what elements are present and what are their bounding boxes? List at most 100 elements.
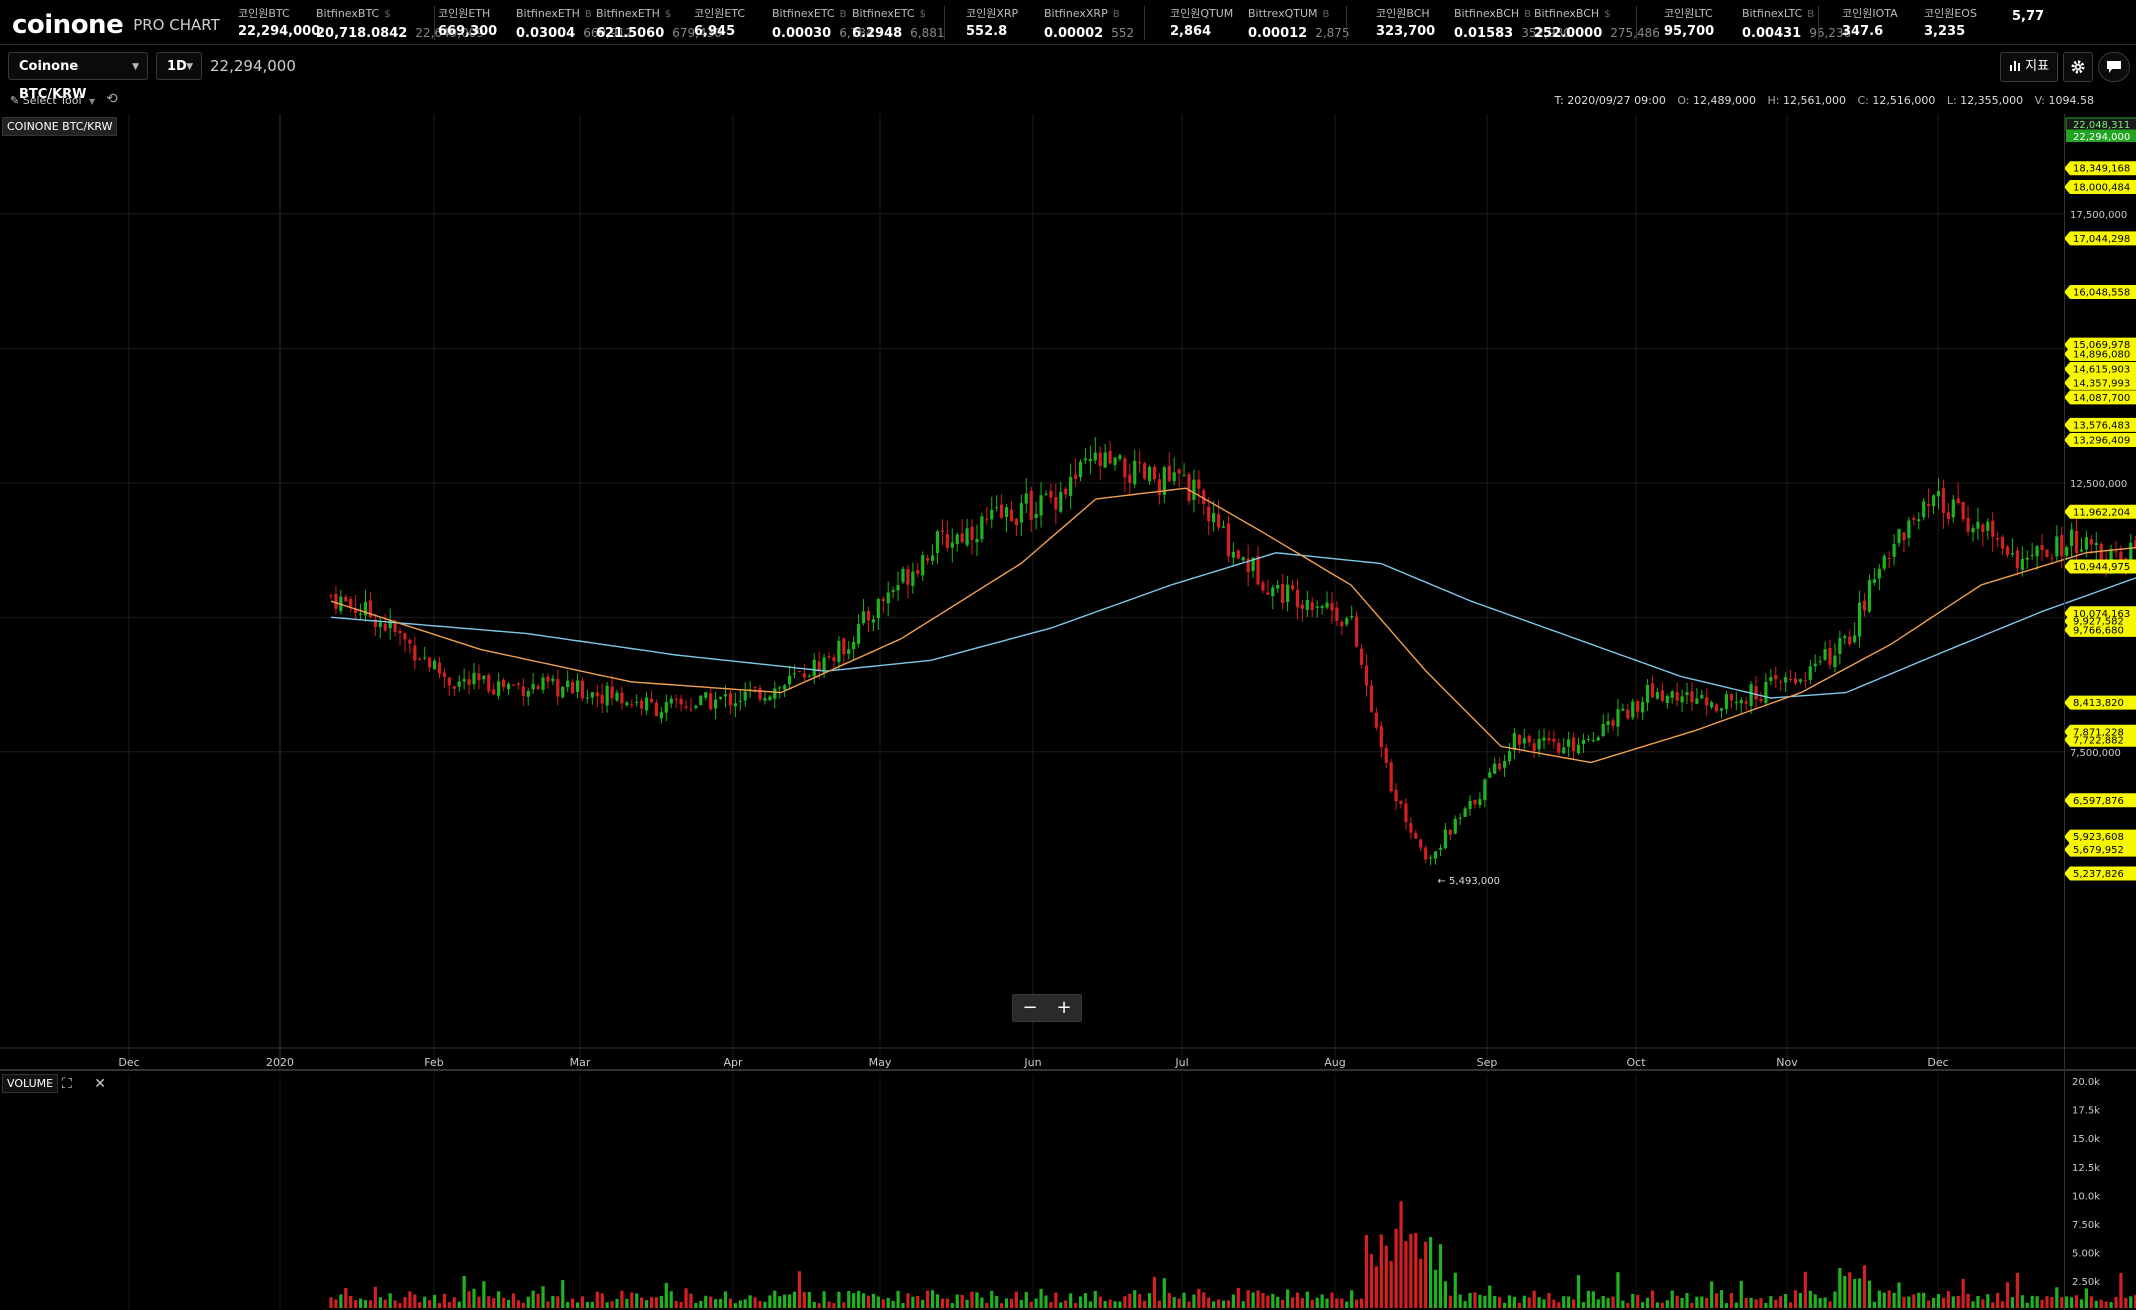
ticker-item[interactable]: 코인원QTUM 2,864 xyxy=(1170,6,1233,41)
volume-bar xyxy=(1971,1301,1975,1308)
volume-bar xyxy=(965,1299,969,1308)
ohlc-high: 12,561,000 xyxy=(1782,94,1846,107)
candle-body xyxy=(797,671,802,673)
chat-button[interactable] xyxy=(2098,52,2130,82)
price-level-value: 13,576,483 xyxy=(2073,420,2130,431)
volume-bar xyxy=(1537,1297,1541,1308)
ticker-item[interactable]: 코인원XRP 552.8 xyxy=(966,6,1018,41)
candle-body xyxy=(728,693,733,706)
volume-bar xyxy=(955,1294,959,1308)
candle-body xyxy=(1522,738,1526,744)
volume-bar xyxy=(1384,1245,1388,1308)
candle-body xyxy=(2030,554,2034,556)
candle-body xyxy=(1409,823,1413,833)
undo-icon[interactable]: ⟲ xyxy=(106,91,118,107)
ticker-item[interactable]: 코인원BCH 323,700 xyxy=(1376,6,1435,41)
ticker-currency: B xyxy=(1524,9,1532,20)
candle-body xyxy=(2084,537,2089,550)
candle-body xyxy=(2045,549,2049,557)
volume-bar xyxy=(684,1288,688,1308)
ticker-item[interactable]: 코인원LTC 95,700 xyxy=(1664,6,1714,41)
candle-body xyxy=(1078,461,1083,478)
price-chart[interactable]: Dec 2020 Feb Mar Apr May Jun Jul Aug Sep Oct Nov Dec… xyxy=(0,114,2136,1310)
volume-bar xyxy=(492,1298,496,1308)
interval-select[interactable]: 1D ▼ xyxy=(156,52,202,80)
candle-body xyxy=(1216,514,1221,528)
candle-body xyxy=(1414,832,1418,839)
volume-bar xyxy=(344,1287,348,1308)
candle-body xyxy=(1330,603,1334,611)
candle-body xyxy=(1680,696,1684,703)
ticker-item[interactable]: 코인원ETC 6,945 xyxy=(694,6,745,41)
candle-body xyxy=(921,555,925,576)
volume-bar xyxy=(1675,1295,1679,1308)
ticker-item[interactable]: 코인원IOTA 347.6 xyxy=(1842,6,1898,41)
volume-bar xyxy=(1009,1298,1014,1308)
pair-select[interactable]: Coinone BTC/KRW ▼ xyxy=(8,52,148,102)
ticker-separator xyxy=(1346,6,1347,40)
ticker-item[interactable]: 5,77 xyxy=(2012,6,2044,26)
ticker-item[interactable]: BitfinexLTC B 0.00431 96,236 xyxy=(1742,6,1851,43)
candle-body xyxy=(536,685,540,689)
candle-body xyxy=(1557,742,1561,753)
select-tool-dropdown[interactable]: ✎ Select Tool ▼ xyxy=(10,94,95,107)
candle-body xyxy=(1596,737,1600,741)
candle-body xyxy=(1695,698,1699,704)
volume-bar xyxy=(1793,1290,1798,1308)
candle-body xyxy=(783,685,787,690)
settings-button[interactable] xyxy=(2063,52,2093,82)
brand[interactable]: coinone PRO CHART xyxy=(12,10,220,40)
ticker-price: 552.8 xyxy=(966,24,1008,39)
volume-bar xyxy=(1394,1228,1398,1308)
volume-bar xyxy=(2015,1272,2019,1308)
candle-body xyxy=(1103,452,1107,468)
candle-body xyxy=(995,507,999,509)
candle-body xyxy=(1936,490,1941,497)
candle-body xyxy=(2074,530,2079,554)
expand-icon[interactable]: ⛶ xyxy=(62,1076,72,1092)
coinone-logo: coinone xyxy=(12,10,124,40)
ticker-item[interactable]: BitfinexBCH$ 252.0000275,486 xyxy=(1534,6,1660,43)
volume-bar xyxy=(1547,1292,1551,1308)
indicator-button[interactable]: 지표 xyxy=(2000,52,2058,82)
volume-bar xyxy=(1759,1298,1763,1308)
indicator-button-label: 지표 xyxy=(2025,59,2050,74)
ticker-converted: 2,875 xyxy=(1315,26,1350,40)
ticker-item[interactable]: BitfinexXRP B 0.00002 552 xyxy=(1044,6,1134,43)
volume-bar xyxy=(930,1290,935,1308)
zoom-out-button[interactable]: − xyxy=(1013,995,1047,1021)
volume-bar xyxy=(1803,1271,1807,1308)
volume-bar xyxy=(1369,1254,1374,1308)
pane-divider[interactable] xyxy=(0,1069,2136,1071)
ticker-item[interactable]: BittrexQTUM B 0.00012 2,875 xyxy=(1248,6,1350,43)
volume-bar xyxy=(1276,1296,1280,1308)
candle-body xyxy=(423,657,427,659)
volume-bar xyxy=(615,1298,619,1308)
volume-bar xyxy=(1695,1296,1699,1308)
volume-bar xyxy=(1000,1303,1004,1308)
ticker-item[interactable]: 코인원ETH 669,300 xyxy=(438,6,497,41)
candle-body xyxy=(1192,479,1196,501)
volume-bar xyxy=(1788,1302,1793,1308)
ticker-price: 0.00431 96,236 xyxy=(1742,26,1852,41)
candle-body xyxy=(1981,524,1985,532)
volume-bar xyxy=(1290,1297,1295,1308)
candle-body xyxy=(1991,520,1995,537)
close-icon[interactable]: ✕ xyxy=(94,1076,106,1092)
ticker-item[interactable]: 코인원EOS 3,235 xyxy=(1924,6,1977,41)
candle-body xyxy=(2060,535,2064,557)
candle-body xyxy=(566,680,570,688)
x-tick-label: Mar xyxy=(570,1056,591,1069)
ticker-item[interactable]: 코인원BTC 22,294,000 xyxy=(238,6,320,41)
zoom-in-button[interactable]: + xyxy=(1047,995,1081,1021)
ticker-item[interactable]: BitfinexETC $ 6.2948 6,881 xyxy=(852,6,945,43)
candle-body xyxy=(802,673,806,678)
candle-body xyxy=(866,610,871,621)
ticker-separator xyxy=(1636,6,1637,40)
candle-body xyxy=(1384,748,1388,763)
candle-body xyxy=(1428,857,1433,859)
candle-body xyxy=(590,692,594,698)
ticker-price: 95,700 xyxy=(1664,24,1715,39)
candle-body xyxy=(610,686,614,699)
volume-bar xyxy=(1512,1296,1517,1308)
